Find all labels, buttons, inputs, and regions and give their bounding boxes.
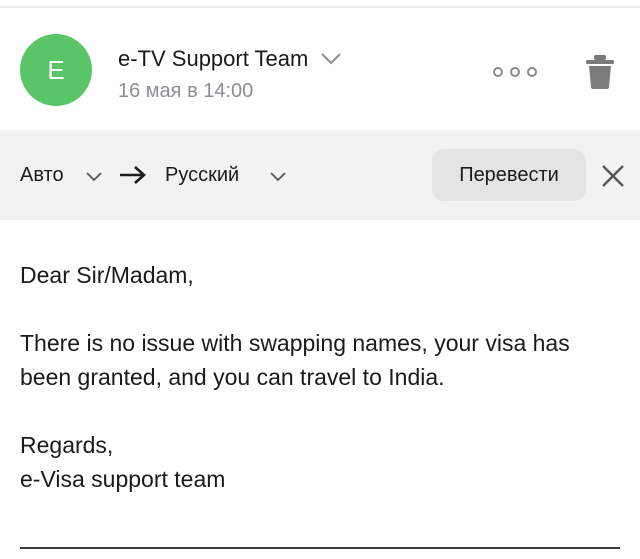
translate-button[interactable]: Перевести <box>432 149 586 201</box>
message-header: E e-TV Support Team 16 мая в 14:00 <box>0 10 640 130</box>
translate-button-label: Перевести <box>459 163 559 186</box>
chevron-down-icon[interactable] <box>86 172 102 182</box>
more-icon[interactable] <box>493 62 537 82</box>
message-paragraph: There is no issue with swapping names, y… <box>20 330 570 390</box>
closing: Regards, <box>20 432 114 458</box>
more-dot <box>510 67 520 77</box>
close-icon[interactable] <box>600 163 626 189</box>
arrow-right-icon <box>120 166 146 184</box>
more-dot <box>527 67 537 77</box>
sender-row[interactable]: e-TV Support Team <box>118 46 342 72</box>
source-language-select[interactable]: Авто <box>20 164 64 187</box>
top-divider <box>0 0 640 8</box>
chevron-down-icon[interactable] <box>270 172 286 182</box>
signature: e-Visa support team <box>20 466 226 492</box>
avatar[interactable]: E <box>20 34 92 106</box>
sender-name[interactable]: e-TV Support Team <box>118 46 308 72</box>
trash-icon[interactable] <box>584 54 616 90</box>
more-dot <box>493 67 503 77</box>
translate-bar: Авто Русский Перевести <box>0 130 640 220</box>
bottom-divider <box>20 547 620 549</box>
avatar-letter: E <box>47 54 65 85</box>
message-date: 16 мая в 14:00 <box>118 80 254 102</box>
chevron-down-icon[interactable] <box>320 52 342 66</box>
message-body: Dear Sir/Madam, There is no issue with s… <box>20 258 620 496</box>
greeting: Dear Sir/Madam, <box>20 262 194 288</box>
target-language-select[interactable]: Русский <box>165 164 239 187</box>
